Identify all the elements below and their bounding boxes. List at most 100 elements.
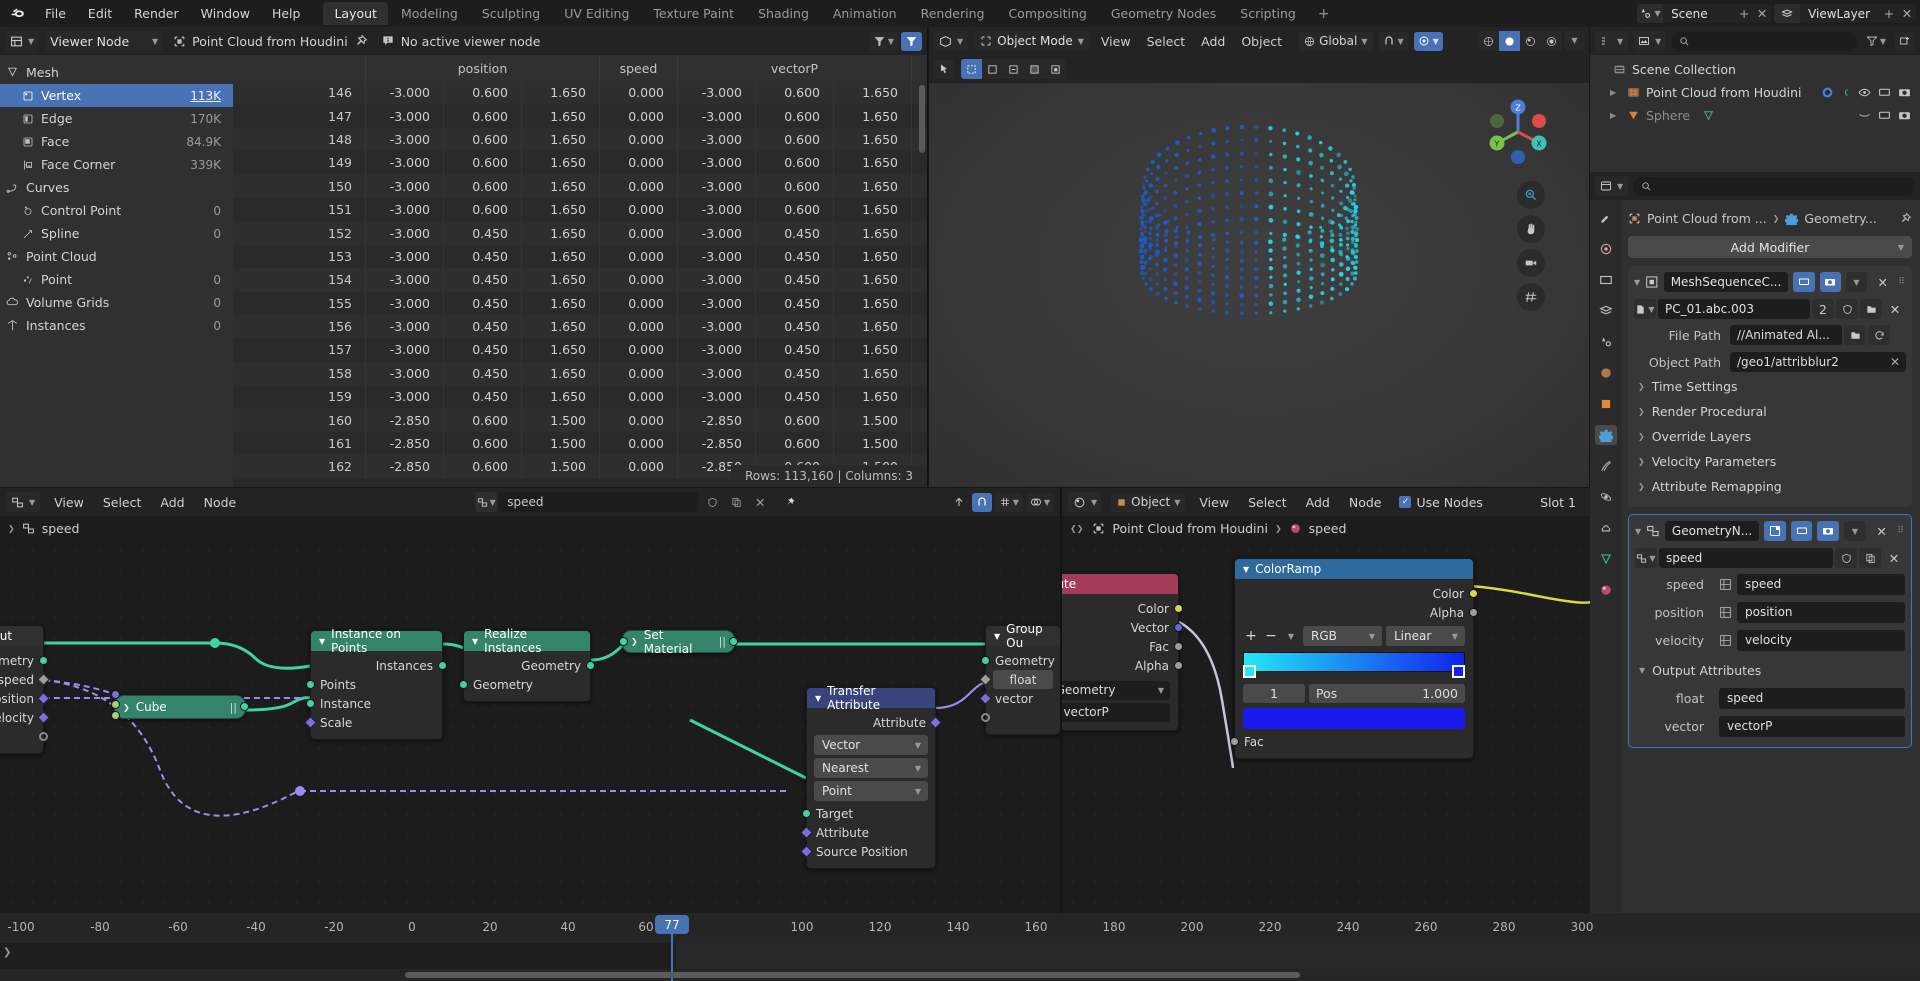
camera-icon[interactable] (1898, 109, 1911, 122)
colorramp-active-index[interactable]: 1 (1243, 684, 1305, 703)
domain-instances[interactable]: Instances 0 (0, 314, 233, 337)
node-instance-on-points[interactable]: ▼ Instance on Points Instances Points In… (310, 630, 443, 740)
attribute-toggle-icon[interactable] (1713, 578, 1737, 591)
breadcrumb-modifier[interactable]: Geometry... (1804, 211, 1876, 226)
output-value[interactable]: speed (1719, 688, 1905, 709)
socket-dot[interactable] (306, 680, 315, 689)
cachefile-name-field[interactable]: PC_01.abc.003 (1658, 299, 1810, 319)
domain-vertex[interactable]: Vertex 113K (0, 84, 233, 107)
tab-tool[interactable] (1595, 208, 1617, 228)
mesh-data-icon[interactable] (1702, 109, 1715, 122)
tab-view-layer[interactable] (1595, 301, 1617, 321)
tab-shading[interactable]: Shading (747, 2, 820, 25)
dropdown-interpolation[interactable]: Linear ▼ (1386, 626, 1465, 646)
domain-face[interactable]: Face 84.9K (0, 130, 233, 153)
tab-constraints[interactable] (1595, 518, 1617, 538)
link-icon[interactable] (1841, 86, 1851, 99)
shader-type-selector[interactable]: Object ▼ (1111, 493, 1185, 512)
tab-rendering[interactable]: Rendering (910, 2, 996, 25)
table-row[interactable]: 148 -3.000 0.600 1.650 0.000 -3.000 0.600 1.650 (233, 128, 927, 151)
colorramp-stop-right[interactable] (1452, 665, 1465, 678)
node-menu-node[interactable]: Node (199, 495, 242, 510)
modifier-close-icon[interactable]: ✕ (1872, 272, 1893, 292)
modifier-name-field[interactable]: MeshSequenceC... (1664, 272, 1789, 292)
shader-menu-view[interactable]: View (1194, 495, 1234, 510)
properties-search-field[interactable] (1657, 179, 1907, 193)
socket-vector[interactable]: Vector (1062, 618, 1178, 637)
timeline-expand-icon[interactable]: ❯ (3, 947, 11, 958)
domain-spline[interactable]: Spline 0 (0, 222, 233, 245)
eye-icon[interactable] (1858, 86, 1871, 99)
section-time-settings[interactable]: ❯ Time Settings (1634, 374, 1906, 399)
socket-dot[interactable] (619, 637, 628, 646)
outliner-item-scene-collection[interactable]: Scene Collection (1590, 58, 1920, 81)
socket-source-position[interactable]: Source Position (807, 842, 935, 861)
tool-select-icon[interactable] (934, 60, 954, 79)
modifier-render-display-icon[interactable] (1820, 272, 1841, 292)
colorramp-stop-left[interactable] (1243, 665, 1256, 678)
remove-stop-button[interactable]: − (1263, 628, 1279, 644)
socket-virtual[interactable] (0, 727, 43, 746)
unlink-scene-button[interactable]: ✕ (1753, 4, 1771, 23)
overlay-icon[interactable]: ▼ (1026, 493, 1054, 512)
nodegroup-browse-icon[interactable]: ▼ (1635, 548, 1657, 568)
viewport-menu-view[interactable]: View (1096, 34, 1136, 49)
table-row[interactable]: 160 -2.850 0.600 1.500 0.000 -2.850 0.600 1.500 (233, 408, 927, 431)
socket-dot[interactable] (111, 690, 120, 699)
table-row[interactable]: 147 -3.000 0.600 1.650 0.000 -3.000 0.600 1.650 (233, 104, 927, 127)
node-set-material[interactable]: ❯ Set Material || (622, 630, 735, 653)
shield-icon[interactable] (701, 492, 723, 512)
socket-float[interactable]: float (993, 670, 1053, 689)
menu-window[interactable]: Window (190, 3, 261, 24)
input-value[interactable]: position (1737, 602, 1905, 623)
select-subtract-icon[interactable] (1003, 59, 1024, 79)
node-group-input[interactable]: Input Geometry speed position velocity (0, 625, 44, 754)
shader-menu-node[interactable]: Node (1344, 495, 1387, 510)
snap-mode-icon[interactable]: ▼ (995, 493, 1023, 512)
chevron-right-icon[interactable]: ❯ (8, 524, 15, 533)
tab-modeling[interactable]: Modeling (390, 2, 469, 25)
viewport-menu-object[interactable]: Object (1236, 34, 1287, 49)
expand-icon[interactable]: ▶ (1610, 88, 1621, 97)
socket-dot[interactable] (981, 713, 990, 722)
section-velocity-parameters[interactable]: ❯ Velocity Parameters (1634, 449, 1906, 474)
proportional-edit-icon[interactable]: ▼ (1414, 32, 1443, 51)
modifier-extras-dropdown[interactable]: ▼ (1844, 521, 1866, 541)
filter-button[interactable] (901, 32, 922, 51)
select-invert-icon[interactable] (1024, 59, 1045, 79)
socket-dot[interactable] (438, 661, 447, 670)
nodetree-browse-icon[interactable]: ▼ (475, 492, 497, 512)
file-path-field[interactable]: //Animated Al... (1730, 325, 1842, 345)
collapse-icon[interactable]: ▼ (1634, 278, 1640, 287)
transform-orientation-selector[interactable]: Global ▼ (1299, 32, 1372, 51)
input-value[interactable]: velocity (1737, 630, 1905, 651)
tab-data[interactable] (1595, 549, 1617, 569)
socket-virtual[interactable] (986, 708, 1060, 727)
grid-icon[interactable] (1517, 283, 1545, 311)
table-row[interactable]: 156 -3.000 0.450 1.650 0.000 -3.000 0.450 1.650 (233, 315, 927, 338)
cachefile-users-count[interactable]: 2 (1812, 299, 1834, 319)
tab-object[interactable] (1595, 394, 1617, 414)
timeline-scrollbar[interactable] (405, 972, 1300, 978)
dropdown-domain[interactable]: Point ▼ (814, 781, 928, 801)
section-override-layers[interactable]: ❯ Override Layers (1634, 424, 1906, 449)
shading-dropdown-icon[interactable]: ▼ (1565, 31, 1584, 50)
modifier-name-field[interactable]: GeometryN... (1665, 521, 1759, 541)
eye-closed-icon[interactable] (1858, 109, 1871, 122)
new-viewlayer-button[interactable]: + (1880, 4, 1898, 23)
outliner-search-field[interactable] (1695, 34, 1849, 48)
socket-dot[interactable] (802, 809, 811, 818)
tab-animation[interactable]: Animation (822, 2, 908, 25)
chevron-right-icon[interactable]: ❯ (123, 703, 130, 712)
socket-attribute-out[interactable]: Attribute (807, 713, 935, 732)
tab-texture-paint[interactable]: Texture Paint (642, 2, 745, 25)
shader-canvas[interactable]: ▼ Attribute Color Vector Fac Alpha Type:… (1062, 540, 1590, 913)
node-menu-view[interactable]: View (49, 495, 89, 510)
socket-dot[interactable] (306, 699, 315, 708)
table-row[interactable]: 161 -2.850 0.600 1.500 0.000 -2.850 0.600 1.500 (233, 432, 927, 455)
outliner-item-point-cloud-from-houdini[interactable]: ▶ Point Cloud from Houdini (1590, 81, 1920, 104)
socket-dot[interactable] (1174, 623, 1183, 632)
select-extend-icon[interactable] (982, 59, 1003, 79)
node-color-ramp[interactable]: ▼ ColorRamp Color Alpha + − ▼ RGB ▼ Linea… (1234, 558, 1474, 759)
socket-geometry-out[interactable]: Geometry (464, 656, 590, 675)
